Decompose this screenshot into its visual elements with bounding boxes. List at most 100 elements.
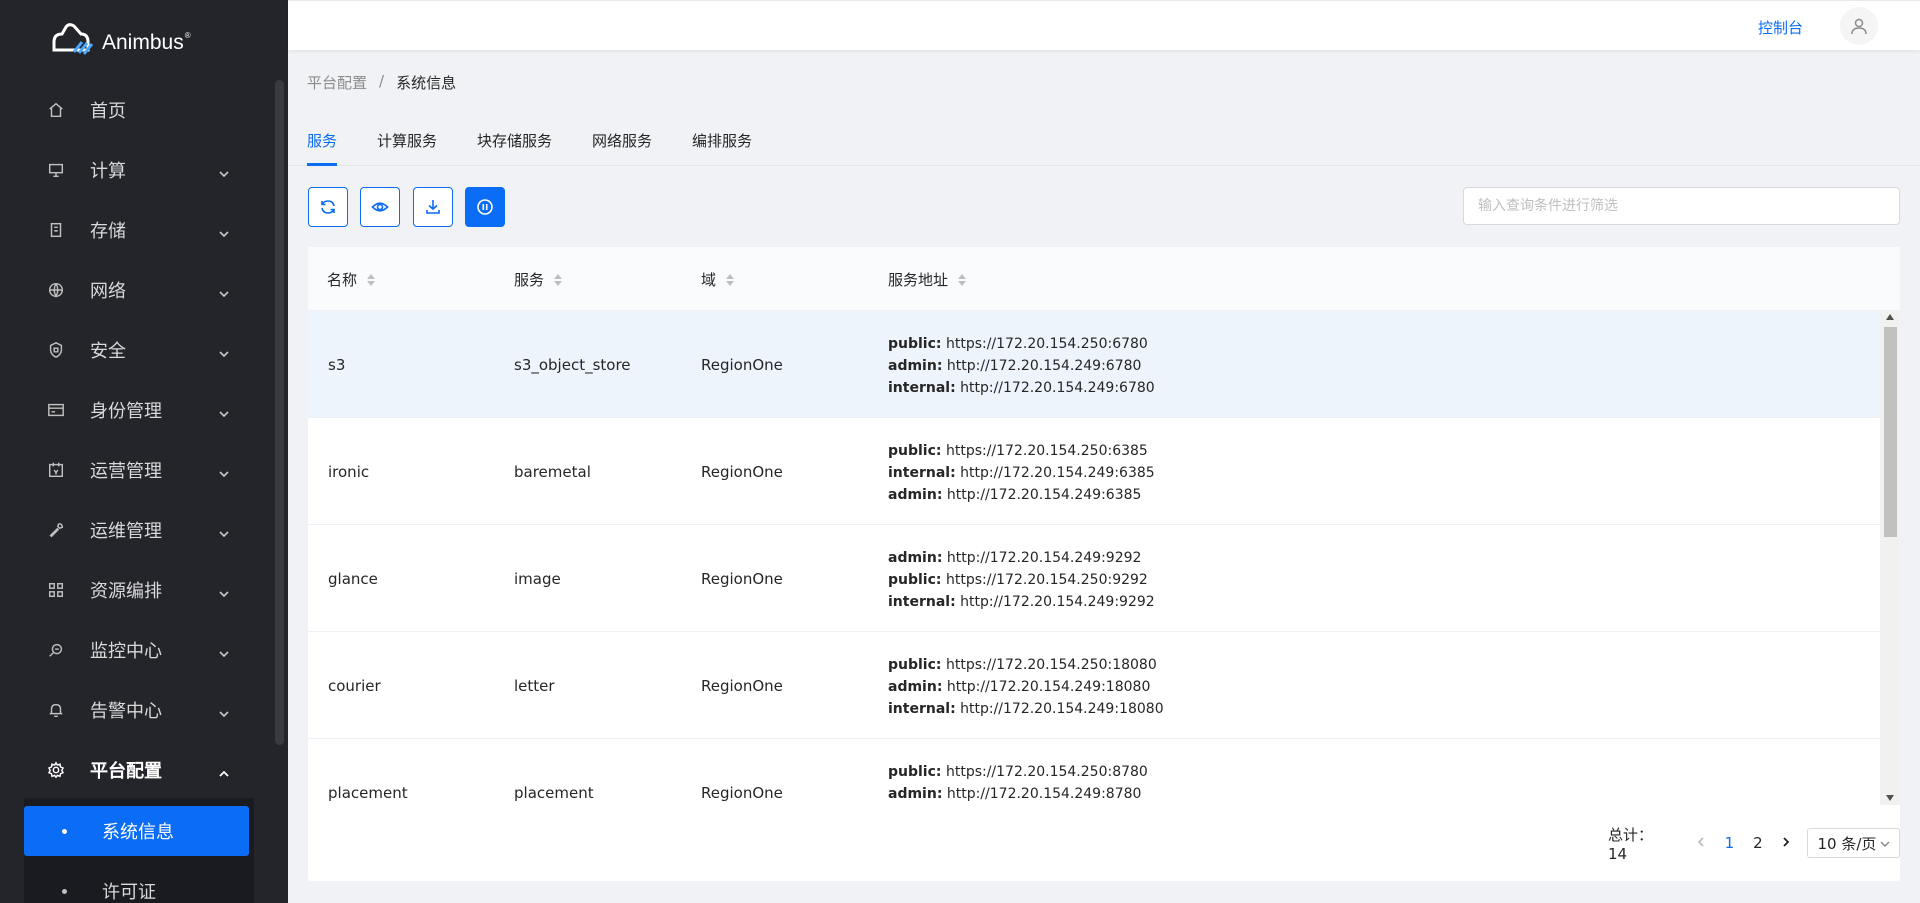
- sidebar-item-identity[interactable]: 身份管理: [0, 380, 270, 440]
- sidebar-subitem-license[interactable]: 许可证: [24, 866, 249, 903]
- table-row[interactable]: glance image RegionOne admin: http://172…: [308, 525, 1880, 632]
- page-2-button[interactable]: 2: [1744, 834, 1772, 852]
- pause-button[interactable]: [465, 187, 505, 227]
- endpoint-key: admin:: [888, 358, 943, 374]
- sidebar-item-home[interactable]: 首页: [0, 80, 270, 140]
- tab-network-services[interactable]: 网络服务: [592, 130, 652, 151]
- column-header-region[interactable]: 域: [701, 269, 735, 290]
- chevron-down-icon: [218, 224, 230, 238]
- tab-services[interactable]: 服务: [307, 130, 337, 151]
- services-table: 名称 服务 域 服务地址 s3 s3_object_store RegionOn…: [308, 247, 1901, 881]
- sidebar-item-alerts[interactable]: 告警中心: [0, 680, 270, 740]
- sidebar-item-storage[interactable]: 存储: [0, 200, 270, 260]
- bell-icon: [46, 700, 66, 720]
- top-header: 控制台: [288, 0, 1920, 50]
- sidebar-item-orchestration[interactable]: 资源编排: [0, 560, 270, 620]
- home-icon: [46, 100, 66, 120]
- chevron-down-icon: [218, 464, 230, 478]
- tab-bar: 服务 计算服务 块存储服务 网络服务 编排服务: [288, 106, 1920, 166]
- tab-compute-services[interactable]: 计算服务: [377, 130, 437, 151]
- globe-icon: [46, 280, 66, 300]
- endpoint-key: admin:: [888, 786, 943, 802]
- sidebar-item-compute[interactable]: 计算: [0, 140, 270, 200]
- table-row[interactable]: ironic baremetal RegionOne public: https…: [308, 418, 1880, 525]
- grid-icon: [46, 580, 66, 600]
- chevron-down-icon: [218, 284, 230, 298]
- tab-block-storage-services[interactable]: 块存储服务: [477, 130, 552, 151]
- bullet-icon: [62, 889, 67, 894]
- sidebar-item-label: 安全: [90, 341, 126, 362]
- chevron-down-icon: [1880, 841, 1890, 848]
- sidebar-item-label: 存储: [90, 221, 126, 242]
- endpoint-url: http://172.20.154.249:6385: [960, 465, 1155, 481]
- endpoint-key: internal:: [888, 701, 956, 717]
- chevron-down-icon: [218, 344, 230, 358]
- user-icon: [1851, 18, 1867, 35]
- endpoint-url: http://172.20.154.249:6780: [960, 380, 1155, 396]
- sidebar-item-label: 运营管理: [90, 461, 162, 482]
- table-row[interactable]: placement placement RegionOne public: ht…: [308, 739, 1880, 805]
- brand-registered-mark: ®: [184, 31, 191, 40]
- column-header-name[interactable]: 名称: [327, 269, 376, 290]
- cell-region: RegionOne: [701, 677, 783, 695]
- sidebar-item-label: 监控中心: [90, 641, 162, 662]
- cloud-logo-icon: [52, 23, 94, 55]
- page-size-label: 10 条/页: [1817, 834, 1877, 853]
- tab-orchestration-services[interactable]: 编排服务: [692, 130, 752, 151]
- cell-name: s3: [328, 356, 346, 374]
- next-page-button[interactable]: [1772, 834, 1800, 852]
- table-row[interactable]: s3 s3_object_store RegionOne public: htt…: [308, 311, 1880, 418]
- sidebar-item-security[interactable]: 安全: [0, 320, 270, 380]
- column-header-endpoints[interactable]: 服务地址: [888, 269, 967, 290]
- sidebar-item-monitoring[interactable]: 监控中心: [0, 620, 270, 680]
- chevron-down-icon: [218, 404, 230, 418]
- endpoint-key: admin:: [888, 679, 943, 695]
- sidebar-item-operations[interactable]: 运营管理: [0, 440, 270, 500]
- column-header-service[interactable]: 服务: [514, 269, 563, 290]
- scrollbar-thumb[interactable]: [1884, 327, 1897, 537]
- avatar[interactable]: [1840, 7, 1878, 45]
- sidebar-item-label: 告警中心: [90, 701, 162, 722]
- chevron-down-icon: [218, 584, 230, 598]
- console-link[interactable]: 控制台: [1758, 17, 1803, 38]
- scroll-down-icon[interactable]: [1886, 795, 1894, 801]
- sidebar-scrollbar[interactable]: [275, 80, 284, 745]
- sidebar-item-label: 网络: [90, 281, 126, 302]
- column-header-label: 域: [701, 271, 717, 289]
- brand-name: Animbus: [102, 31, 184, 54]
- cell-region: RegionOne: [701, 570, 783, 588]
- download-button[interactable]: [413, 187, 453, 227]
- chevron-down-icon: [218, 524, 230, 538]
- breadcrumb-parent[interactable]: 平台配置: [307, 72, 367, 93]
- sidebar-subitem-system-info[interactable]: 系统信息: [24, 806, 249, 856]
- cell-name: glance: [328, 570, 378, 588]
- sidebar-item-maintenance[interactable]: 运维管理: [0, 500, 270, 560]
- page-size-select[interactable]: 10 条/页: [1806, 828, 1901, 858]
- sidebar-item-network[interactable]: 网络: [0, 260, 270, 320]
- main-content: 服务 计算服务 块存储服务 网络服务 编排服务 名称 服务 域: [288, 106, 1920, 903]
- table-row[interactable]: courier letter RegionOne public: https:/…: [308, 632, 1880, 739]
- refresh-button[interactable]: [308, 187, 348, 227]
- endpoint-url: https://172.20.154.250:9292: [945, 572, 1148, 588]
- cell-region: RegionOne: [701, 356, 783, 374]
- table-body: s3 s3_object_store RegionOne public: htt…: [308, 311, 1880, 805]
- search-input[interactable]: [1463, 187, 1900, 225]
- cell-service: placement: [514, 784, 594, 802]
- pagination-total: 总计：14: [1608, 824, 1669, 863]
- endpoint-key: public:: [888, 657, 942, 673]
- brand-logo[interactable]: Animbus®: [48, 22, 191, 56]
- endpoint-key: internal:: [888, 594, 956, 610]
- sidebar-item-label: 平台配置: [90, 761, 162, 782]
- sidebar-item-platform-config[interactable]: 平台配置: [0, 740, 270, 800]
- table-scrollbar[interactable]: [1880, 311, 1900, 805]
- scroll-up-icon[interactable]: [1886, 314, 1894, 320]
- endpoint-url: http://172.20.154.249:18080: [946, 679, 1151, 695]
- cell-name: placement: [328, 784, 408, 802]
- sidebar-item-label: 首页: [90, 101, 126, 122]
- calendar-icon: [46, 460, 66, 480]
- prev-page-button[interactable]: [1687, 834, 1715, 852]
- view-button[interactable]: [360, 187, 400, 227]
- page-1-button[interactable]: 1: [1715, 834, 1743, 852]
- endpoint-url: https://172.20.154.250:8780: [945, 764, 1148, 780]
- endpoint-key: public:: [888, 336, 942, 352]
